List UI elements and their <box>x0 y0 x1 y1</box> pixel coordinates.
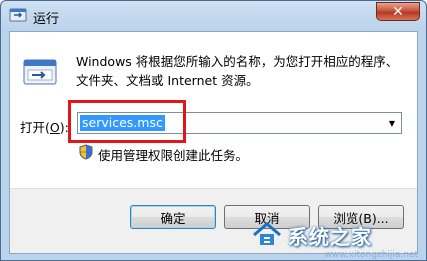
uac-shield-icon <box>79 144 93 160</box>
watermark-site: www.xitongzhijia.net <box>324 250 418 260</box>
run-app-icon <box>9 8 27 22</box>
watermark-brand: 系统之家 <box>288 224 372 249</box>
open-label-prefix: 打开( <box>20 120 50 135</box>
close-button[interactable]: ✕ <box>376 2 420 21</box>
red-highlight-box <box>68 100 186 143</box>
run-dialog: 运行 ✕ Windows 将根据您所输入的名称，为您打开相应的程序、文件夹、文档… <box>0 0 427 261</box>
admin-privilege-note: 使用管理权限创建此任务。 <box>98 148 249 163</box>
run-program-icon <box>23 59 57 85</box>
open-label-accelerator: O <box>49 120 60 135</box>
dialog-description: Windows 将根据您所输入的名称，为您打开相应的程序、文件夹、文档或 Int… <box>76 54 399 88</box>
house-logo-icon <box>253 222 281 245</box>
window-title: 运行 <box>33 12 60 27</box>
close-icon: ✕ <box>392 3 404 20</box>
site-watermark: 系统之家 <box>252 216 422 254</box>
title-bar[interactable]: 运行 ✕ <box>1 1 426 31</box>
open-label: 打开(O): <box>20 117 69 136</box>
dropdown-arrow-icon[interactable]: ▼ <box>383 113 401 133</box>
ok-button[interactable]: 确定 <box>130 205 216 229</box>
